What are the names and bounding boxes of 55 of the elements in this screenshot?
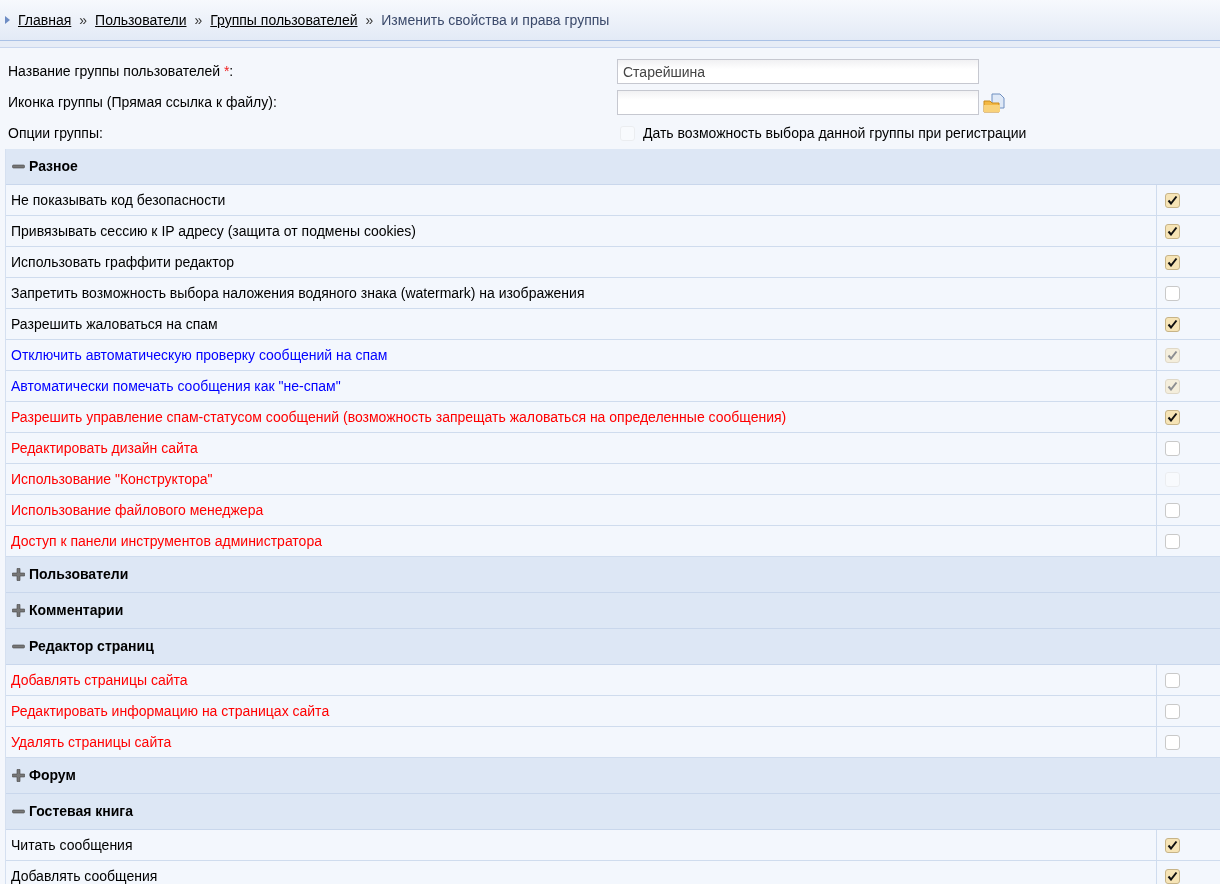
section-title[interactable]: Форум bbox=[29, 765, 76, 786]
section-title[interactable]: Гостевая книга bbox=[29, 801, 133, 822]
permission-label: Удалять страницы сайта bbox=[11, 732, 172, 752]
permission-label: Использовать граффити редактор bbox=[11, 252, 234, 272]
permission-label: Редактировать дизайн сайта bbox=[11, 438, 198, 458]
field-label: Опции группы: bbox=[8, 124, 104, 143]
permission-label: Не показывать код безопасности bbox=[11, 190, 226, 210]
section-title[interactable]: Пользователи bbox=[29, 564, 129, 585]
checkbox[interactable] bbox=[1165, 409, 1180, 425]
permission-label: Читать сообщения bbox=[11, 835, 133, 855]
checkbox[interactable] bbox=[1165, 837, 1180, 853]
checkbox[interactable] bbox=[1165, 533, 1180, 549]
folder-icon[interactable] bbox=[983, 92, 1005, 113]
icon-url-input[interactable] bbox=[617, 90, 979, 115]
section-title[interactable]: Комментарии bbox=[29, 600, 124, 621]
permission-label: Добавлять страницы сайта bbox=[11, 670, 188, 690]
checkbox[interactable] bbox=[1165, 868, 1180, 884]
breadcrumb-link[interactable]: Пользователи bbox=[95, 9, 187, 31]
breadcrumb-separator: » bbox=[194, 10, 203, 30]
arrow-icon bbox=[5, 16, 10, 24]
checkbox[interactable] bbox=[1165, 254, 1180, 270]
permission-label: Добавлять сообщения bbox=[11, 866, 158, 884]
permission-label: Привязывать сессию к IP адресу (защита от подмены cookies) bbox=[11, 221, 417, 241]
expand-icon[interactable] bbox=[12, 568, 25, 581]
checkbox-label: Дать возможность выбора данной группы при регистрации bbox=[643, 124, 1027, 143]
field-label: Название группы пользователей *: bbox=[8, 62, 235, 81]
permission-label: Редактировать информацию на страницах сайта bbox=[11, 701, 330, 721]
checkbox[interactable] bbox=[1165, 734, 1180, 750]
checkbox[interactable] bbox=[1165, 703, 1180, 719]
permission-label: Запретить возможность выбора наложения водяного знака (watermark) на изображения bbox=[11, 283, 585, 303]
permission-label: Разрешить жаловаться на спам bbox=[11, 314, 218, 334]
permission-label: Автоматически помечать сообщения как "не-спам" bbox=[11, 376, 341, 396]
section-title[interactable]: Редактор страниц bbox=[29, 636, 154, 657]
breadcrumb-separator: » bbox=[79, 10, 88, 30]
checkbox[interactable] bbox=[1165, 192, 1180, 208]
checkbox[interactable] bbox=[1165, 502, 1180, 518]
permission-label: Доступ к панели инструментов администратора bbox=[11, 531, 322, 551]
permission-label: Отключить автоматическую проверку сообщений на спам bbox=[11, 345, 388, 365]
expand-icon[interactable] bbox=[12, 769, 25, 782]
breadcrumb-separator: » bbox=[365, 10, 374, 30]
expand-icon[interactable] bbox=[12, 604, 25, 617]
checkbox[interactable] bbox=[1165, 223, 1180, 239]
section-title[interactable]: Разное bbox=[29, 156, 78, 177]
checkbox[interactable] bbox=[1165, 672, 1180, 688]
field-label: Иконка группы (Прямая ссылка к файлу): bbox=[8, 93, 278, 112]
permission-label: Использование файлового менеджера bbox=[11, 500, 264, 520]
checkbox[interactable] bbox=[1165, 316, 1180, 332]
permission-label: Разрешить управление спам-статусом сообщений (возможность запрещать жаловаться на определенные сообщения) bbox=[11, 407, 787, 427]
breadcrumb-current: Изменить свойства и права группы bbox=[381, 10, 610, 30]
breadcrumb-link[interactable]: Главная bbox=[18, 9, 72, 31]
breadcrumb-link[interactable]: Группы пользователей bbox=[210, 9, 358, 31]
checkbox[interactable] bbox=[1165, 285, 1180, 301]
checkbox[interactable] bbox=[1165, 440, 1180, 456]
name-input[interactable]: Старейшина bbox=[617, 59, 979, 84]
permission-label: Использование "Конструктора" bbox=[11, 469, 213, 489]
